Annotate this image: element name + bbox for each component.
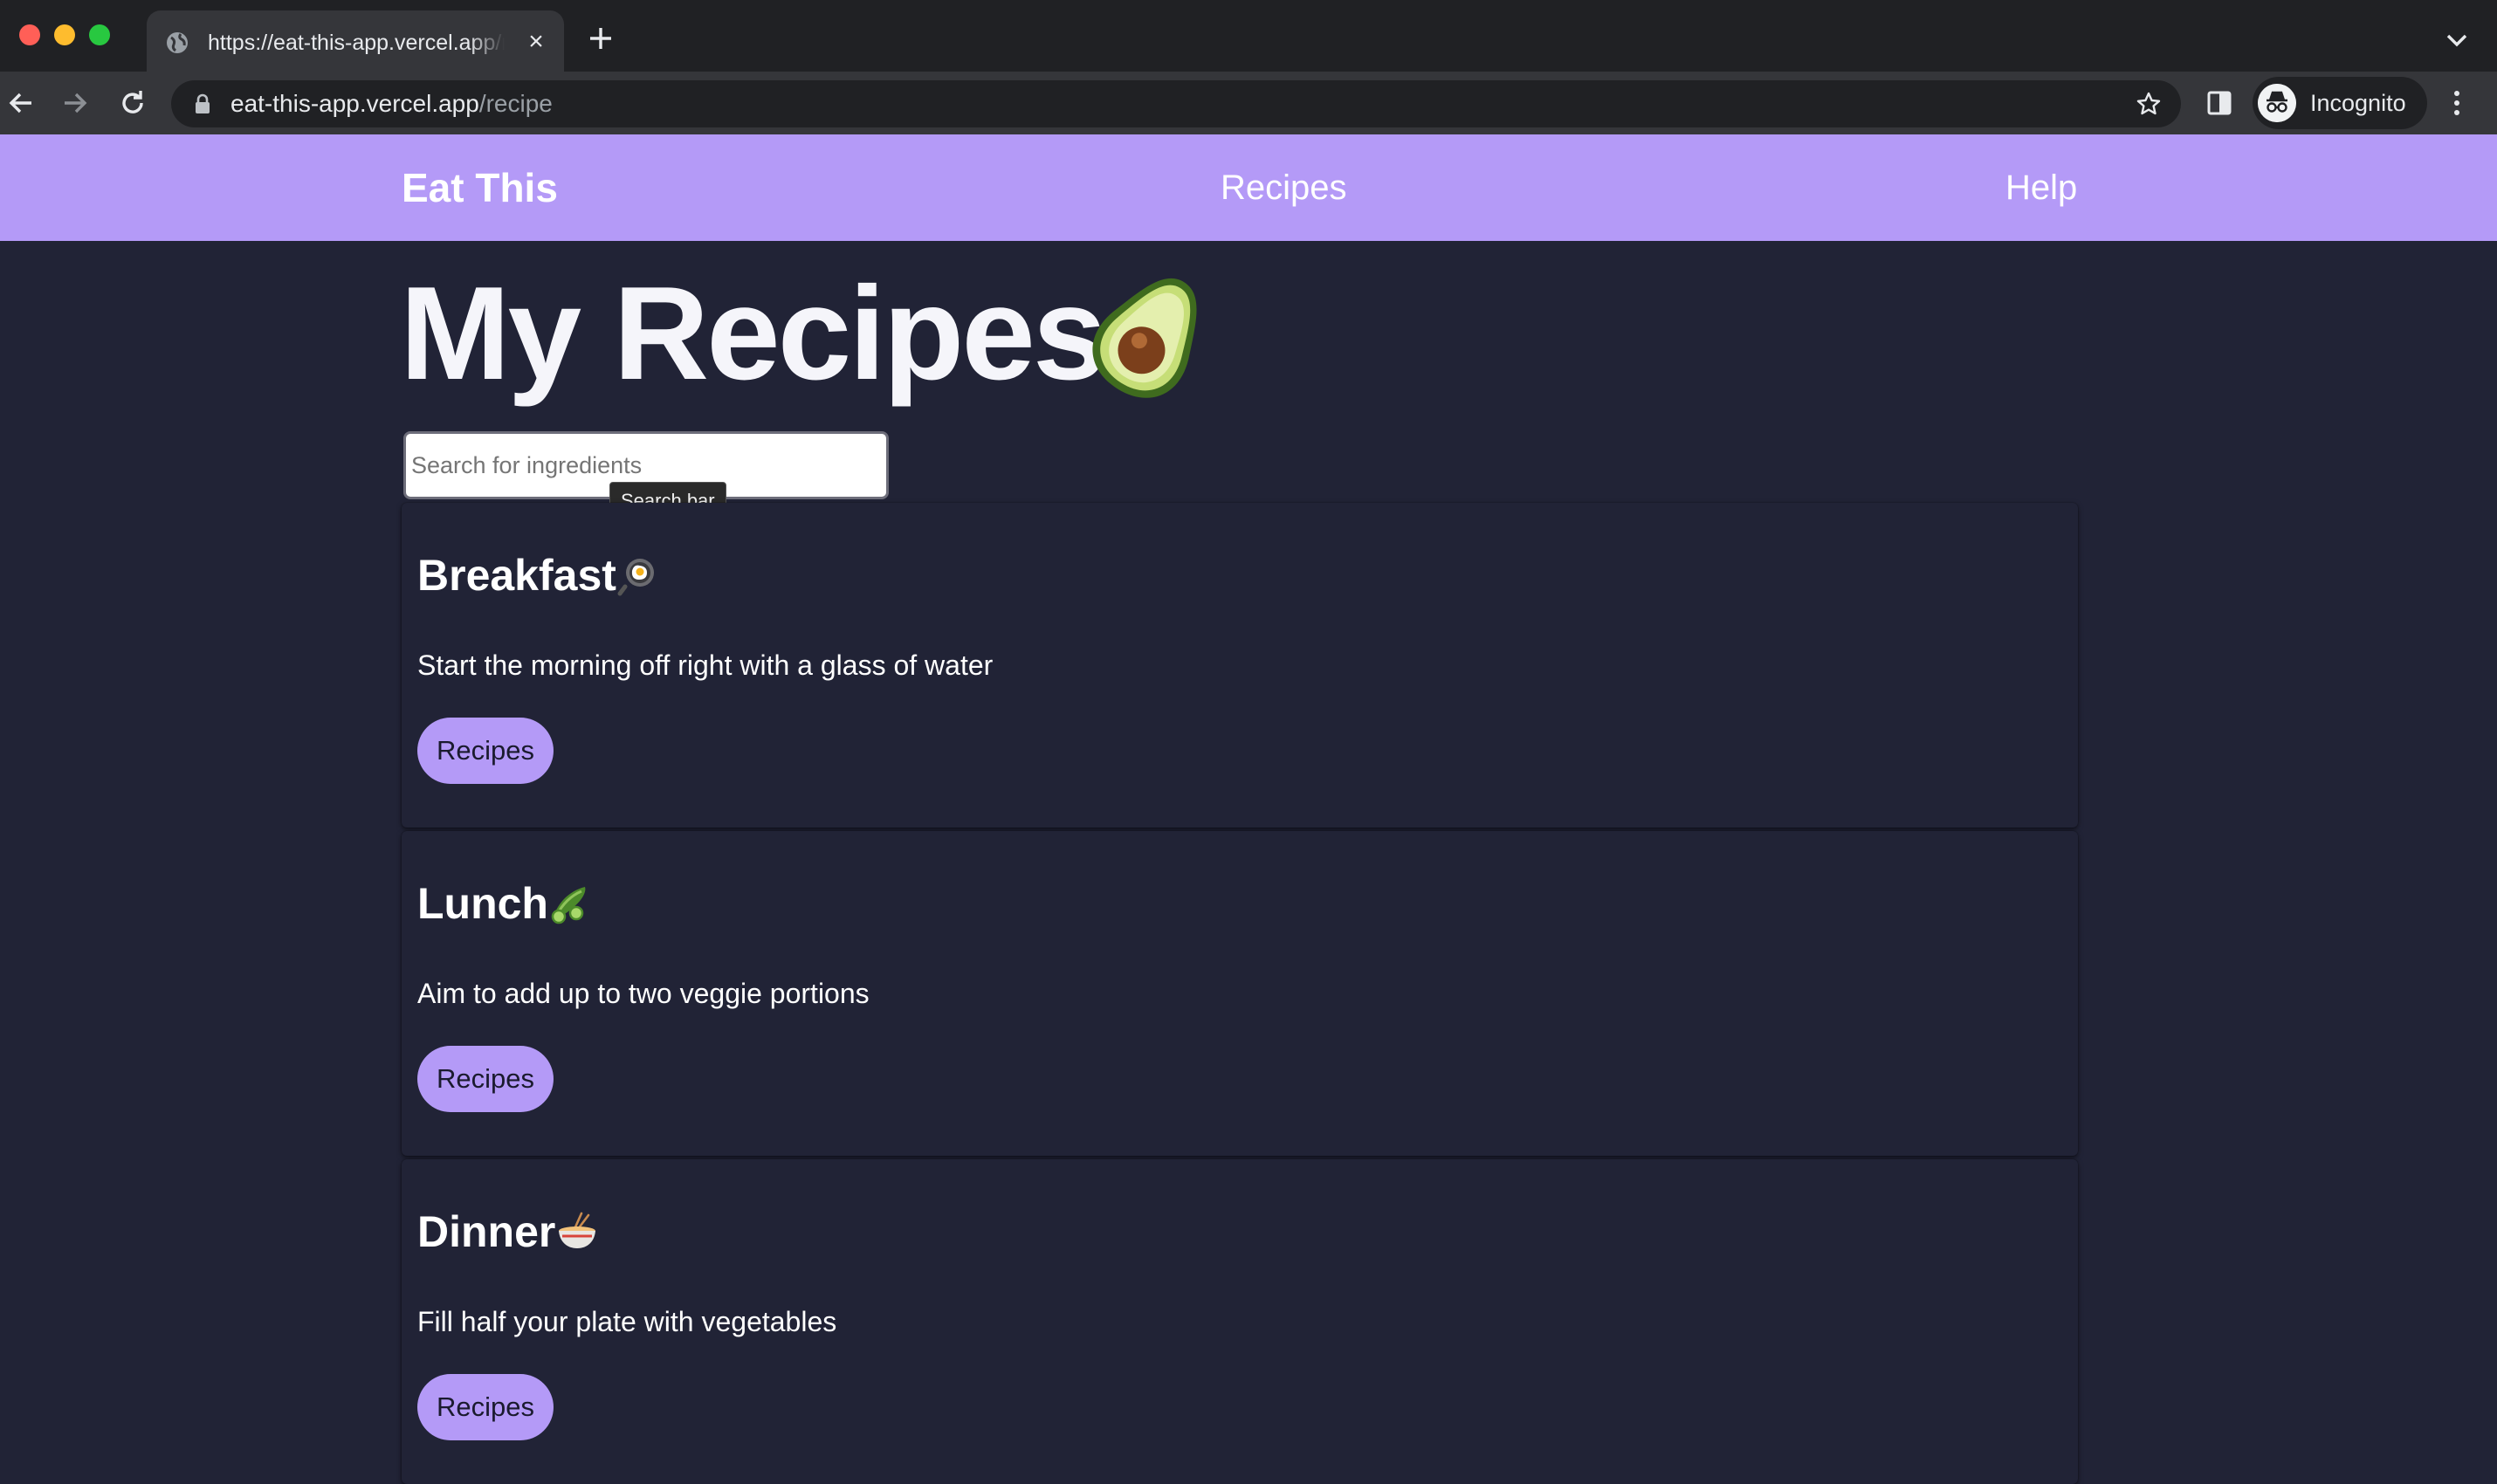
browser-toolbar: eat-this-app.vercel.app/recipe Incognito [0,72,2497,134]
page-title: My Recipes [400,259,1106,408]
minimize-window-button[interactable] [54,24,75,45]
address-bar[interactable]: eat-this-app.vercel.app/recipe [171,80,2181,127]
site-navbar: Eat This Recipes Help [0,134,2497,241]
url-text: eat-this-app.vercel.app/recipe [230,80,553,127]
meal-card-breakfast: Breakfast Start the morning off right wi… [402,503,2078,828]
meal-card-dinner: Dinner Fill half your plate with vegetab… [402,1159,2078,1484]
browser-tab-active[interactable]: https://eat-this-app.vercel.app/recipe × [147,10,564,72]
globe-icon [167,32,188,53]
card-description: Start the morning off right with a glass… [417,649,994,681]
breakfast-recipes-button[interactable]: Recipes [417,718,554,784]
card-description: Aim to add up to two veggie portions [417,978,870,1009]
incognito-icon [2258,84,2296,122]
nav-link-recipes[interactable]: Recipes [1221,134,1347,241]
side-panel-icon[interactable] [2205,89,2233,117]
avocado-icon [1092,278,1197,398]
lunch-recipes-button[interactable]: Recipes [417,1046,554,1112]
url-path: /recipe [478,90,553,117]
lock-icon [196,93,210,113]
chevron-down-icon[interactable] [2445,31,2469,49]
new-tab-icon[interactable] [587,24,615,52]
card-title: Lunch [417,879,548,928]
noodle-bowl-icon [559,1212,595,1248]
more-menu-icon[interactable] [2450,87,2464,119]
url-host: eat-this-app.vercel.app [230,90,479,117]
browser-tabstrip: https://eat-this-app.vercel.app/recipe × [0,0,2497,72]
bookmark-star-icon[interactable] [2136,91,2162,117]
cucumber-icon [551,887,586,924]
nav-link-help[interactable]: Help [2005,134,2077,241]
tab-title: https://eat-this-app.vercel.app/recipe [208,31,505,55]
card-title: Breakfast [417,551,616,600]
brand-link[interactable]: Eat This [402,134,558,241]
back-icon[interactable] [5,87,37,119]
profile-label: Incognito [2310,90,2406,116]
meal-card-lunch: Lunch Aim to add up to two veggie portio… [402,831,2078,1156]
reload-icon[interactable] [117,87,148,119]
card-description: Fill half your plate with vegetables [417,1306,837,1337]
dinner-recipes-button[interactable]: Recipes [417,1374,554,1440]
close-tab-icon[interactable]: × [522,28,550,56]
incognito-profile-chip[interactable]: Incognito [2253,77,2427,129]
fried-egg-in-pan-icon [617,559,654,596]
maximize-window-button[interactable] [89,24,110,45]
forward-icon[interactable] [59,87,91,119]
card-title: Dinner [417,1207,556,1256]
close-window-button[interactable] [19,24,40,45]
